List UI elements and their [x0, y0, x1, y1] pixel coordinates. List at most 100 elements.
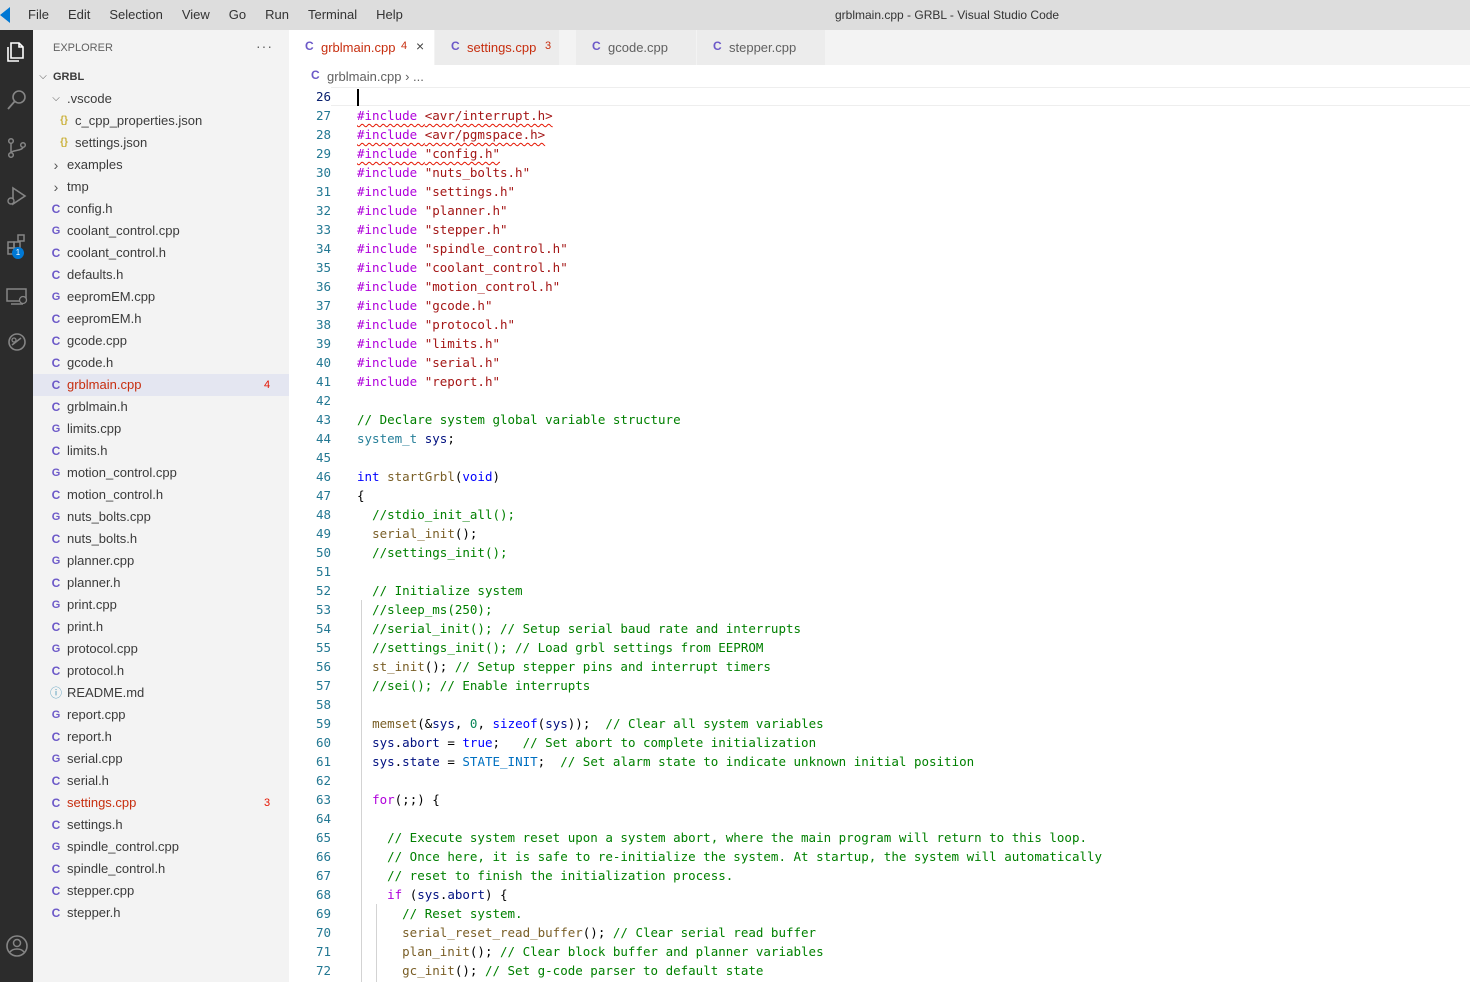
remote-explorer-icon[interactable]: [0, 276, 33, 316]
menu-selection[interactable]: Selection: [99, 0, 171, 30]
tree-file[interactable]: Gspindle_control.cpp: [33, 836, 289, 858]
tree-folder[interactable]: › tmp: [33, 176, 289, 198]
code-line[interactable]: for(;;) {: [357, 790, 1457, 809]
code-line[interactable]: {: [357, 486, 1457, 505]
code-line[interactable]: serial_init();: [357, 524, 1457, 543]
tree-file[interactable]: Glimits.cpp: [33, 418, 289, 440]
code-line[interactable]: memset(&sys, 0, sizeof(sys)); // Clear a…: [357, 714, 1457, 733]
source-control-icon[interactable]: [0, 128, 33, 168]
code-line[interactable]: #include "planner.h": [357, 201, 1457, 220]
code-line[interactable]: int startGrbl(void): [357, 467, 1457, 486]
tree-file[interactable]: Greport.cpp: [33, 704, 289, 726]
tree-file[interactable]: Gcoolant_control.cpp: [33, 220, 289, 242]
breadcrumb-file[interactable]: grblmain.cpp › ...: [327, 69, 424, 84]
menu-edit[interactable]: Edit: [58, 0, 99, 30]
code-line[interactable]: // Initialize system: [357, 581, 1457, 600]
code-line[interactable]: #include <avr/pgmspace.h>: [357, 125, 1457, 144]
tree-file[interactable]: Climits.h: [33, 440, 289, 462]
search-icon[interactable]: [0, 80, 33, 120]
code-lines[interactable]: #include <avr/interrupt.h> #include <avr/…: [357, 87, 1457, 980]
more-actions-icon[interactable]: ···: [256, 38, 273, 54]
code-line[interactable]: sys.state = STATE_INIT; // Set alarm sta…: [357, 752, 1457, 771]
code-line[interactable]: [357, 809, 1457, 828]
tree-file[interactable]: Gplanner.cpp: [33, 550, 289, 572]
code-line[interactable]: #include "limits.h": [357, 334, 1457, 353]
explorer-icon[interactable]: [0, 32, 33, 72]
code-line[interactable]: //settings_init(); // Load grbl settings…: [357, 638, 1457, 657]
code-line[interactable]: system_t sys;: [357, 429, 1457, 448]
code-line[interactable]: plan_init(); // Clear block buffer and p…: [357, 942, 1457, 961]
code-line[interactable]: [357, 695, 1457, 714]
tree-file[interactable]: Cgrblmain.h: [33, 396, 289, 418]
code-line[interactable]: gc_init(); // Set g-code parser to defau…: [357, 961, 1457, 980]
menu-go[interactable]: Go: [219, 0, 255, 30]
tree-folder[interactable]: ⌵ .vscode: [33, 88, 289, 110]
tree-file[interactable]: Cspindle_control.h: [33, 858, 289, 880]
tree-file[interactable]: Gserial.cpp: [33, 748, 289, 770]
tree-file[interactable]: Cnuts_bolts.h: [33, 528, 289, 550]
tree-file[interactable]: Gmotion_control.cpp: [33, 462, 289, 484]
code-line[interactable]: [357, 448, 1457, 467]
code-line[interactable]: #include "report.h": [357, 372, 1457, 391]
code-line[interactable]: #include "motion_control.h": [357, 277, 1457, 296]
accounts-icon[interactable]: [0, 926, 33, 966]
tree-file[interactable]: Cserial.h: [33, 770, 289, 792]
tree-file[interactable]: Gprotocol.cpp: [33, 638, 289, 660]
menu-help[interactable]: Help: [366, 0, 412, 30]
tree-file[interactable]: Cdefaults.h: [33, 264, 289, 286]
tree-file[interactable]: Cprotocol.h: [33, 660, 289, 682]
code-line[interactable]: [357, 562, 1457, 581]
code-editor[interactable]: 26 27 28 29 30 31 32 33 34 35 36 37 38 39 40 41 42 43 44 45…: [289, 87, 1470, 982]
menu-view[interactable]: View: [172, 0, 219, 30]
code-line[interactable]: [357, 87, 1457, 106]
tree-file[interactable]: Cgrblmain.cpp 4: [33, 374, 289, 396]
tree-folder[interactable]: › examples: [33, 154, 289, 176]
menu-run[interactable]: Run: [255, 0, 298, 30]
code-line[interactable]: #include "config.h": [357, 144, 1457, 163]
tree-file[interactable]: Cgcode.h: [33, 352, 289, 374]
tree-file[interactable]: Gnuts_bolts.cpp: [33, 506, 289, 528]
tree-file[interactable]: Creport.h: [33, 726, 289, 748]
code-line[interactable]: #include <avr/interrupt.h>: [357, 106, 1457, 125]
code-line[interactable]: #include "gcode.h": [357, 296, 1457, 315]
code-line[interactable]: //sleep_ms(250);: [357, 600, 1457, 619]
code-line[interactable]: [357, 391, 1457, 410]
code-line[interactable]: #include "protocol.h": [357, 315, 1457, 334]
tree-file[interactable]: {} c_cpp_properties.json: [33, 110, 289, 132]
tree-file[interactable]: Cprint.h: [33, 616, 289, 638]
tree-file[interactable]: Cmotion_control.h: [33, 484, 289, 506]
code-line[interactable]: #include "stepper.h": [357, 220, 1457, 239]
code-line[interactable]: //settings_init();: [357, 543, 1457, 562]
code-line[interactable]: // reset to finish the initialization pr…: [357, 866, 1457, 885]
tab-settings-cpp[interactable]: Csettings.cpp 3: [435, 30, 560, 65]
code-line[interactable]: #include "serial.h": [357, 353, 1457, 372]
code-line[interactable]: //serial_init(); // Setup serial baud ra…: [357, 619, 1457, 638]
tree-file[interactable]: CeepromEM.h: [33, 308, 289, 330]
gitlens-icon[interactable]: [0, 322, 33, 362]
tab-grblmain-cpp[interactable]: Cgrblmain.cpp 4 ×: [289, 30, 435, 65]
code-line[interactable]: //stdio_init_all();: [357, 505, 1457, 524]
close-icon[interactable]: ×: [416, 38, 424, 54]
tree-file[interactable]: Cgcode.cpp: [33, 330, 289, 352]
code-line[interactable]: st_init(); // Setup stepper pins and int…: [357, 657, 1457, 676]
tree-file[interactable]: Csettings.h: [33, 814, 289, 836]
folder-root[interactable]: ⌵ GRBL: [33, 66, 289, 88]
tree-file[interactable]: {} settings.json: [33, 132, 289, 154]
code-line[interactable]: #include "settings.h": [357, 182, 1457, 201]
tree-file[interactable]: ⓘ README.md: [33, 682, 289, 704]
extensions-icon[interactable]: 1: [0, 224, 33, 264]
code-line[interactable]: // Once here, it is safe to re-initializ…: [357, 847, 1457, 866]
code-line[interactable]: //sei(); // Enable interrupts: [357, 676, 1457, 695]
menu-file[interactable]: File: [18, 0, 58, 30]
tab-stepper-cpp[interactable]: Cstepper.cpp: [697, 30, 826, 65]
tree-file[interactable]: Cconfig.h: [33, 198, 289, 220]
code-line[interactable]: // Declare system global variable struct…: [357, 410, 1457, 429]
code-line[interactable]: if (sys.abort) {: [357, 885, 1457, 904]
code-line[interactable]: #include "spindle_control.h": [357, 239, 1457, 258]
code-line[interactable]: [357, 771, 1457, 790]
code-line[interactable]: #include "nuts_bolts.h": [357, 163, 1457, 182]
menu-terminal[interactable]: Terminal: [298, 0, 366, 30]
tree-file[interactable]: Ccoolant_control.h: [33, 242, 289, 264]
tree-file[interactable]: Cstepper.cpp: [33, 880, 289, 902]
tree-file[interactable]: GeepromEM.cpp: [33, 286, 289, 308]
